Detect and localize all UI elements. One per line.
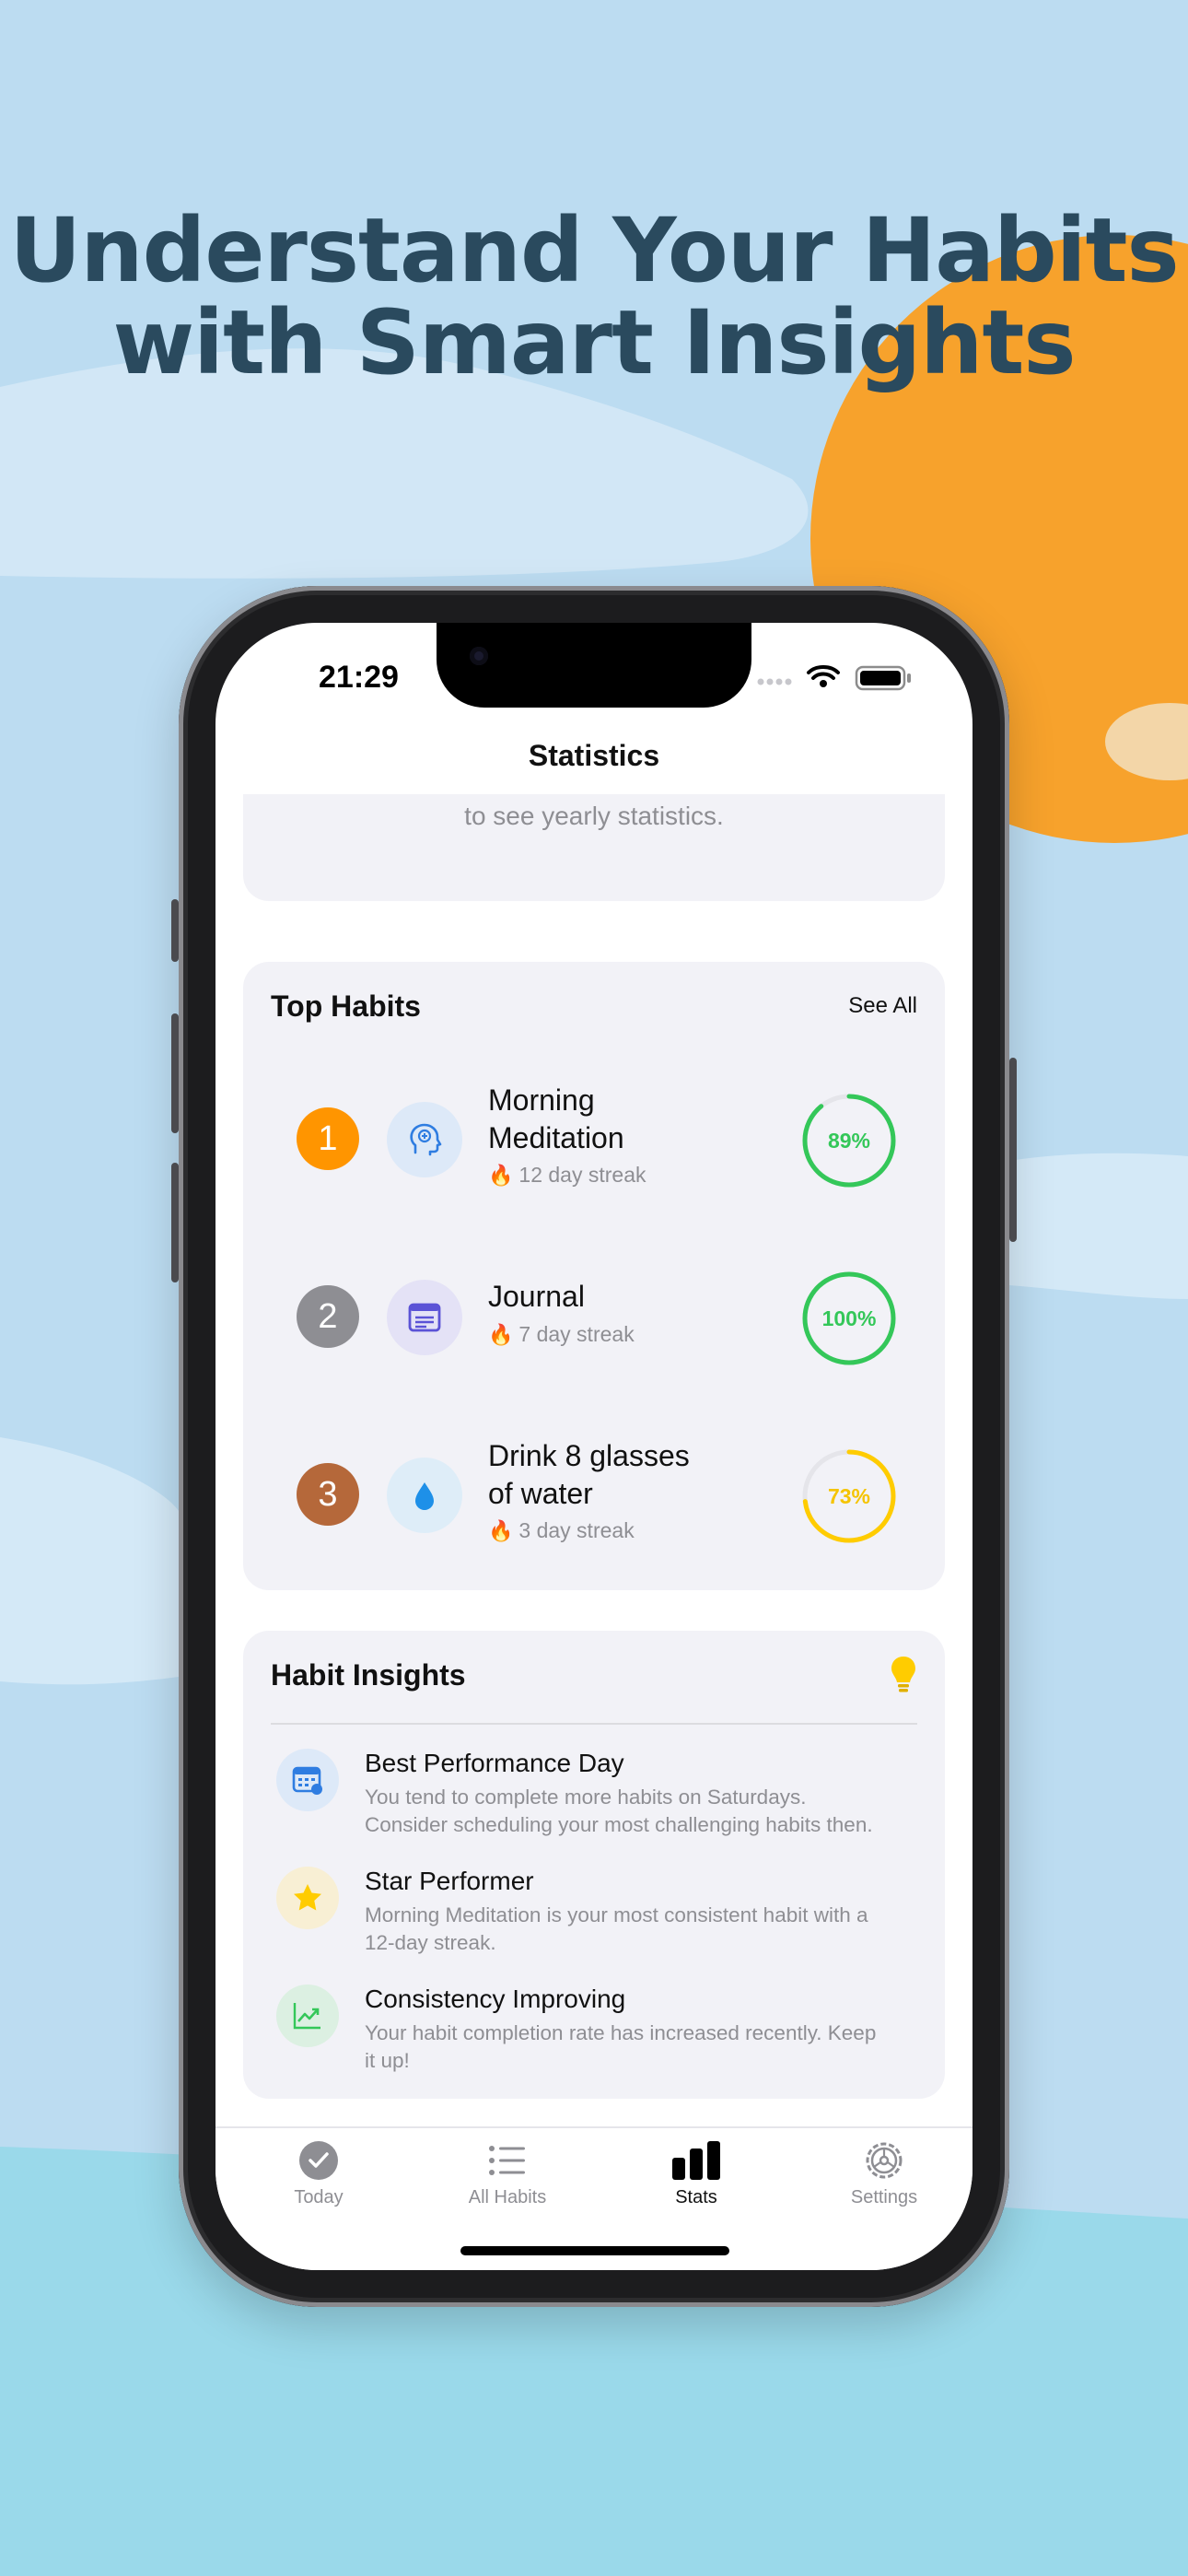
insight-description: Your habit completion rate has increased… — [365, 2020, 917, 2075]
habit-streak: 🔥 7 day streak — [488, 1322, 635, 1347]
habit-name: Morning Meditation — [488, 1082, 728, 1157]
see-all-button[interactable]: See All — [848, 993, 917, 1019]
insight-title: Best Performance Day — [365, 1749, 624, 1777]
water-drop-icon — [387, 1458, 462, 1533]
habit-name-line-1: Morning — [488, 1083, 595, 1117]
flame-icon: 🔥 — [488, 1323, 514, 1346]
habit-row[interactable]: 1 Morning Meditation 🔥 12 day streak 89% — [243, 1063, 945, 1201]
completion-percent: 89% — [827, 1129, 871, 1153]
status-time: 21:29 — [319, 660, 399, 695]
star-icon — [276, 1867, 339, 1929]
insight-description-line-1: Morning Meditation is your most consiste… — [365, 1903, 868, 1926]
insight-description: Morning Meditation is your most consiste… — [365, 1902, 917, 1957]
streak-text: 12 day streak — [518, 1163, 646, 1187]
insights-title: Habit Insights — [271, 1658, 466, 1692]
habit-name: Journal — [488, 1278, 728, 1316]
insight-item: Consistency Improving Your habit complet… — [243, 1985, 945, 2102]
streak-text: 7 day streak — [518, 1322, 635, 1346]
signal-icon — [757, 678, 792, 685]
tab-all-habits[interactable]: All Habits — [443, 2139, 572, 2208]
habit-row[interactable]: 3 Drink 8 glasses of water 🔥 3 day streak… — [243, 1419, 945, 1557]
top-habits-title: Top Habits — [271, 989, 421, 1023]
trend-up-icon — [276, 1985, 339, 2047]
tab-today[interactable]: Today — [254, 2139, 383, 2208]
checkmark-circle-icon — [299, 2141, 338, 2180]
calendar-icon — [276, 1749, 339, 1811]
tab-label: All Habits — [468, 2187, 547, 2207]
tab-label: Settings — [850, 2187, 918, 2207]
headline-line-2: with Smart Insights — [112, 291, 1076, 394]
habit-name-line-1: Drink 8 glasses — [488, 1439, 690, 1472]
tab-label: Today — [294, 2187, 344, 2207]
volume-down-button — [171, 1163, 179, 1282]
yearly-stats-card: to see yearly statistics. — [243, 794, 945, 901]
insight-description-line-1: Your habit completion rate has increased… — [365, 2021, 877, 2044]
habit-streak: 🔥 12 day streak — [488, 1163, 646, 1188]
silent-switch — [171, 899, 179, 962]
stats-scroll-area[interactable]: to see yearly statistics. Top Habits See… — [215, 794, 973, 2126]
bar-chart-icon — [672, 2141, 720, 2180]
list-icon — [489, 2146, 525, 2175]
insight-description-line-1: You tend to complete more habits on Satu… — [365, 1786, 807, 1809]
gear-icon — [866, 2142, 903, 2179]
streak-text: 3 day streak — [518, 1518, 635, 1542]
insight-description-line-2: Consider scheduling your most challengin… — [365, 1813, 873, 1836]
habit-insights-card: Habit Insights Best Performance Day You … — [243, 1631, 945, 2099]
habit-name-line-2: Meditation — [488, 1121, 624, 1154]
habit-streak: 🔥 3 day streak — [488, 1518, 635, 1543]
wifi-icon — [807, 665, 840, 680]
lightbulb-icon — [891, 1657, 915, 1692]
notch — [437, 623, 751, 708]
status-icons — [757, 665, 911, 691]
volume-up-button — [171, 1013, 179, 1133]
tab-settings[interactable]: Settings — [820, 2139, 949, 2208]
brain-head-icon — [387, 1102, 462, 1177]
flame-icon: 🔥 — [488, 1164, 514, 1187]
battery-icon — [855, 665, 911, 691]
habit-row[interactable]: 2 Journal 🔥 7 day streak 100% — [243, 1241, 945, 1379]
completion-percent: 73% — [827, 1484, 871, 1508]
headline: Understand Your Habits with Smart Insigh… — [0, 205, 1188, 389]
power-button — [1009, 1058, 1017, 1242]
insight-description-line-2: 12-day streak. — [365, 1931, 496, 1954]
insight-item: Star Performer Morning Meditation is you… — [243, 1867, 945, 1985]
top-habits-card: Top Habits See All 1 Morning Meditation … — [243, 962, 945, 1590]
rank-badge: 1 — [297, 1107, 359, 1170]
insight-title: Star Performer — [365, 1867, 534, 1895]
flame-icon: 🔥 — [488, 1519, 514, 1542]
habit-name: Drink 8 glasses of water — [488, 1437, 728, 1513]
tab-stats[interactable]: Stats — [632, 2139, 761, 2208]
insight-description-line-2: it up! — [365, 2049, 410, 2072]
insight-item: Best Performance Day You tend to complet… — [243, 1749, 945, 1867]
nav-title: Statistics — [528, 739, 660, 772]
rank-badge: 3 — [297, 1463, 359, 1526]
insights-divider — [271, 1723, 917, 1725]
habit-name-line-1: Journal — [488, 1280, 585, 1313]
journal-icon — [387, 1280, 462, 1355]
insight-title: Consistency Improving — [365, 1985, 626, 2013]
rank-badge: 2 — [297, 1285, 359, 1348]
habit-name-line-2: of water — [488, 1477, 593, 1510]
headline-line-1: Understand Your Habits — [9, 199, 1179, 302]
tab-label: Stats — [675, 2187, 717, 2207]
yearly-stats-text: to see yearly statistics. — [464, 802, 724, 830]
home-indicator — [460, 2246, 729, 2255]
front-camera — [470, 647, 488, 665]
insight-description: You tend to complete more habits on Satu… — [365, 1784, 917, 1839]
completion-percent: 100% — [821, 1306, 877, 1330]
phone-screen: 21:29 Statistics to see yearly statistic… — [215, 623, 973, 2270]
